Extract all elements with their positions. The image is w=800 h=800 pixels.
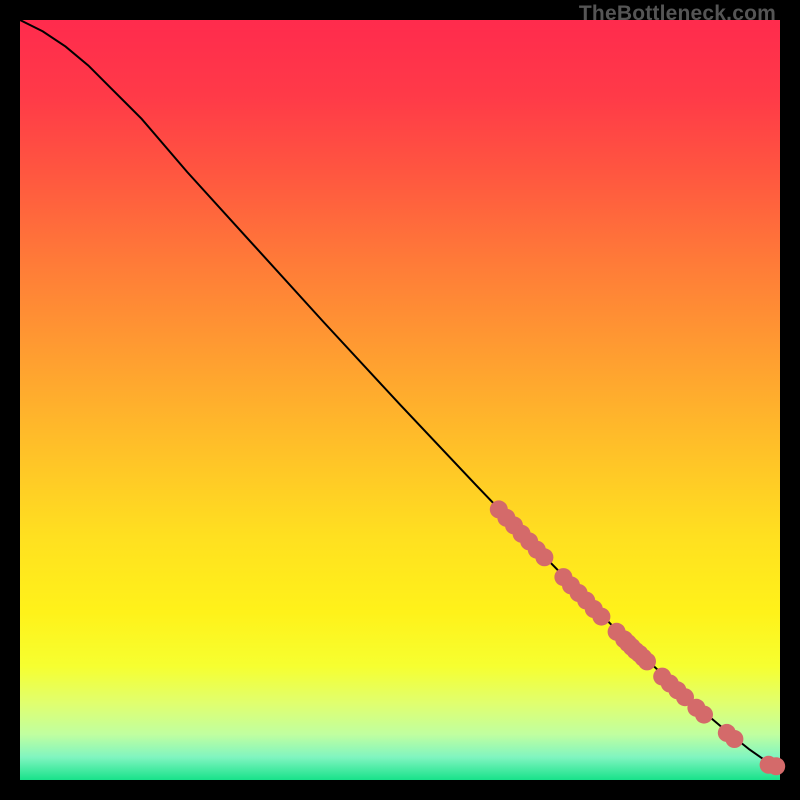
data-point: [695, 706, 713, 724]
trend-curve: [20, 20, 780, 766]
data-point: [725, 730, 743, 748]
plot-area: [20, 20, 780, 780]
chart-stage: TheBottleneck.com: [0, 0, 800, 800]
data-point: [767, 757, 785, 775]
data-point: [592, 608, 610, 626]
data-point: [638, 652, 656, 670]
data-point: [535, 548, 553, 566]
data-points-group: [490, 500, 785, 775]
chart-svg: [20, 20, 780, 780]
